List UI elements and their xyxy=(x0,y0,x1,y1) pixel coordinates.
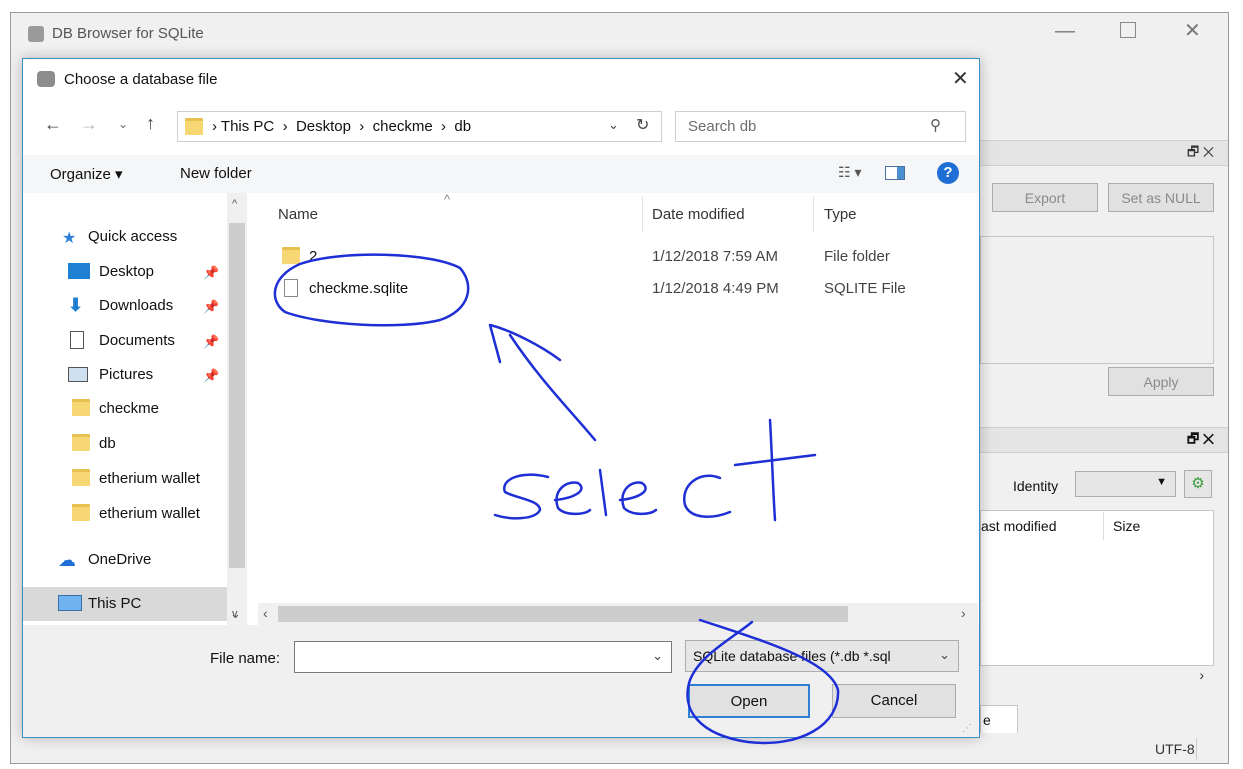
annotation-letter-s xyxy=(493,473,550,520)
annotation-letter-t xyxy=(733,418,817,522)
annotation-circle-open xyxy=(686,618,840,745)
annotation-arrow xyxy=(488,323,597,442)
annotation-layer xyxy=(273,253,840,745)
annotation-letter-e2 xyxy=(618,481,658,516)
annotation-letter-l xyxy=(598,468,608,517)
annotation-letter-e xyxy=(553,481,592,516)
annotation-letter-c xyxy=(682,474,732,518)
annotation-circle-file xyxy=(273,253,470,327)
